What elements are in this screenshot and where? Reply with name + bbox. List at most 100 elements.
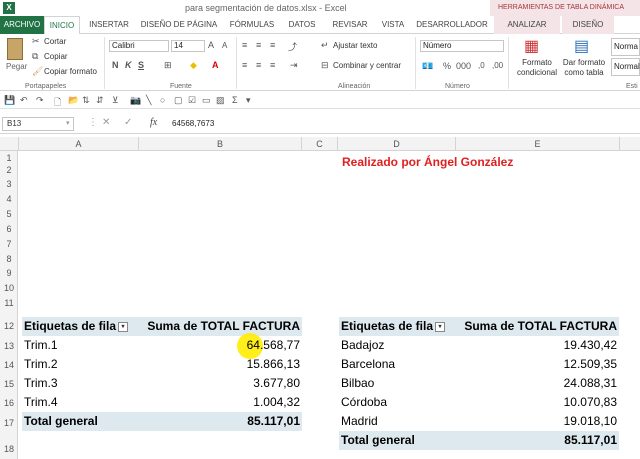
copy-format-button[interactable]: Copiar formato	[44, 67, 97, 76]
name-box-dropdown-icon[interactable]: ▾	[66, 119, 70, 127]
pivot-right-row-label-header[interactable]: Etiquetas de fila ▾	[341, 317, 447, 336]
pivot-left-row-value[interactable]: 15.866,13	[139, 355, 300, 374]
sort-desc-icon[interactable]: ⇵	[96, 95, 104, 106]
font-color-icon[interactable]: A	[212, 60, 219, 70]
format-as-table-icon[interactable]: ▤	[574, 36, 589, 56]
row-header[interactable]: 1	[0, 153, 18, 163]
row-header[interactable]: 2	[0, 165, 18, 175]
pivot-left-row-label[interactable]: Trim.4	[24, 393, 58, 412]
pivot-right-row-value[interactable]: 19.430,42	[456, 336, 617, 355]
pivot-left-row-label[interactable]: Trim.2	[24, 355, 58, 374]
row-header[interactable]: 10	[0, 283, 18, 293]
pivot-right-total-label[interactable]: Total general	[341, 431, 415, 450]
grow-font-icon[interactable]: A	[208, 40, 214, 50]
formula-input[interactable]: 64568,7673	[172, 117, 638, 131]
row-header[interactable]: 17	[0, 418, 18, 428]
align-middle-icon[interactable]: ≡	[256, 40, 261, 50]
align-center-icon[interactable]: ≡	[256, 60, 261, 70]
tab-revisar[interactable]: REVISAR	[326, 16, 374, 34]
line-icon[interactable]: ╲	[146, 95, 151, 106]
filter-dropdown-icon[interactable]: ▾	[435, 321, 446, 332]
scissors-icon[interactable]: ✂	[32, 36, 40, 47]
font-size-select[interactable]: 14	[171, 40, 205, 52]
shrink-font-icon[interactable]: A	[222, 41, 227, 50]
paste-icon[interactable]	[7, 38, 23, 60]
row-header[interactable]: 5	[0, 209, 18, 219]
pivot-right-row-label[interactable]: Barcelona	[341, 355, 395, 374]
number-format-select[interactable]: Número	[420, 40, 504, 52]
conditional-format-button[interactable]: Formato condicional	[512, 58, 562, 78]
pivot-right-row-label[interactable]: Badajoz	[341, 336, 384, 355]
tab-diseno-pagina[interactable]: DISEÑO DE PÁGINA	[138, 16, 220, 34]
save-icon[interactable]: 💾	[4, 95, 15, 106]
wrap-text-icon[interactable]: ↵	[321, 40, 329, 51]
pivot-right-row-value[interactable]: 24.088,31	[456, 374, 617, 393]
tab-diseno[interactable]: DISEÑO	[562, 16, 614, 34]
confirm-icon[interactable]: ✓	[124, 117, 132, 128]
copy-button[interactable]: Copiar	[44, 52, 68, 61]
pivot-right-row-label[interactable]: Córdoba	[341, 393, 387, 412]
pivot-right-row-value[interactable]: 19.018,10	[456, 412, 617, 431]
align-top-icon[interactable]: ≡	[242, 40, 247, 50]
insert-function-button[interactable]: fx	[150, 117, 157, 128]
pivot-left-row-label[interactable]: Trim.1	[24, 336, 58, 355]
pivot-left-row-value[interactable]: 1.004,32	[139, 393, 300, 412]
image-icon[interactable]: ▨	[216, 95, 225, 106]
open-icon[interactable]: 📂	[68, 95, 79, 106]
filter-icon[interactable]: ⊻	[112, 95, 119, 106]
paste-button[interactable]: Pegar	[6, 62, 27, 71]
merge-center-button[interactable]: Combinar y centrar	[333, 61, 401, 70]
orientation-icon[interactable]: ⤴	[288, 40, 297, 53]
column-header-d[interactable]: D	[338, 137, 456, 151]
form-icon[interactable]: ▢	[174, 95, 183, 106]
row-header[interactable]: 15	[0, 379, 18, 389]
format-painter-icon[interactable]: 🖌	[32, 66, 43, 77]
copy-icon[interactable]: ⧉	[32, 51, 38, 62]
column-header-b[interactable]: B	[139, 137, 302, 151]
pivot-left-value-header[interactable]: Suma de TOTAL FACTURA	[139, 317, 300, 336]
excel-app-icon[interactable]: X	[3, 2, 15, 14]
checkbox-icon[interactable]: ☑	[188, 95, 196, 106]
tab-datos[interactable]: DATOS	[282, 16, 322, 34]
row-header[interactable]: 16	[0, 398, 18, 408]
decrease-decimal-icon[interactable]: ,00	[492, 61, 503, 70]
align-left-icon[interactable]: ≡	[242, 60, 247, 70]
pivot-right-row-label[interactable]: Madrid	[341, 412, 378, 431]
font-name-select[interactable]: Calibri	[109, 40, 169, 52]
bold-icon[interactable]: N	[112, 60, 119, 70]
cut-button[interactable]: Cortar	[44, 37, 66, 46]
row-header[interactable]: 11	[0, 298, 18, 308]
pivot-right-row-value[interactable]: 10.070,83	[456, 393, 617, 412]
camera-icon[interactable]: 📷	[130, 95, 141, 106]
currency-icon[interactable]: 💶	[422, 61, 433, 72]
pivot-right-total-value[interactable]: 85.117,01	[456, 431, 617, 450]
tab-insertar[interactable]: INSERTAR	[84, 16, 134, 34]
tab-analizar[interactable]: ANALIZAR	[494, 16, 560, 34]
row-header[interactable]: 13	[0, 341, 18, 351]
customize-qat-icon[interactable]: ▾	[246, 95, 251, 106]
cancel-icon[interactable]: ✕	[102, 117, 110, 128]
pivot-right-row-value[interactable]: 12.509,35	[456, 355, 617, 374]
tab-vista[interactable]: VISTA	[376, 16, 410, 34]
tab-desarrollador[interactable]: DESARROLLADOR	[412, 16, 492, 34]
pivot-left-total-label[interactable]: Total general	[24, 412, 98, 431]
undo-icon[interactable]: ↶	[20, 95, 28, 106]
italic-icon[interactable]: K	[125, 60, 132, 70]
pivot-left-row-value[interactable]: 3.677,80	[139, 374, 300, 393]
style-normal-2[interactable]: Normal	[611, 58, 640, 76]
tab-inicio[interactable]: INICIO	[44, 16, 80, 35]
textbox-icon[interactable]: ▭	[202, 95, 211, 106]
select-all-corner[interactable]	[0, 137, 19, 151]
column-header-c[interactable]: C	[302, 137, 338, 151]
new-file-icon[interactable]: 🗋	[54, 95, 61, 111]
row-header[interactable]: 14	[0, 360, 18, 370]
filter-dropdown-icon[interactable]: ▾	[118, 321, 129, 332]
pivot-left-total-value[interactable]: 85.117,01	[139, 412, 300, 431]
sum-icon[interactable]: Σ	[232, 95, 238, 105]
sort-asc-icon[interactable]: ⇅	[82, 95, 90, 106]
row-header[interactable]: 3	[0, 179, 18, 189]
underline-icon[interactable]: S	[138, 60, 144, 70]
tab-archivo[interactable]: ARCHIVO	[0, 16, 44, 34]
row-header[interactable]: 18	[0, 444, 18, 454]
pivot-left-row-label[interactable]: Trim.3	[24, 374, 58, 393]
